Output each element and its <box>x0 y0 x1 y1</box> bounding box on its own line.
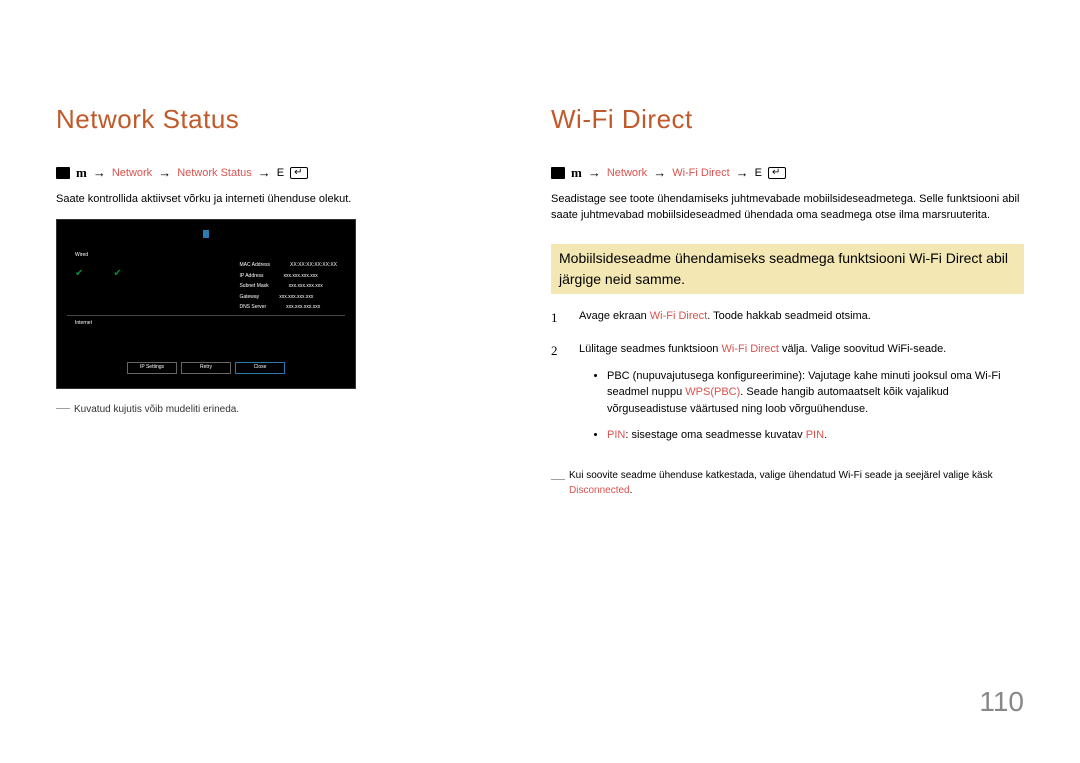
wired-label: Wired <box>75 252 88 260</box>
highlight-box: Mobiilsideseadme ühendamiseks seadmega f… <box>551 244 1024 294</box>
step-number: 1 <box>551 308 565 328</box>
nav-wifi-direct: Wi-Fi Direct <box>672 165 729 182</box>
enter-icon <box>290 167 308 179</box>
red-text: PIN <box>806 429 824 441</box>
red-text: WPS(PBC) <box>685 386 740 398</box>
step-number: 2 <box>551 341 565 454</box>
close-button: Close <box>235 362 285 374</box>
page-number: 110 <box>979 681 1024 723</box>
heading-wifi-direct: Wi-Fi Direct <box>551 100 1024 139</box>
right-paragraph-1: Seadistage see toote ühendamiseks juhtme… <box>551 191 1024 224</box>
step-body: Lülitage seadmes funktsioon Wi-Fi Direct… <box>579 341 1024 454</box>
list-item: DNS Serverxxx.xxx.xxx.xxx <box>239 304 337 312</box>
network-status-screenshot: Wired ✔ ✔ MAC AddressXX:XX:XX:XX:XX:XX I… <box>56 219 356 389</box>
menu-icon <box>56 167 70 179</box>
two-column-layout: Network Status m → Network → Network Sta… <box>56 100 1024 498</box>
bullet-pin: PIN: sisestage oma seadmesse kuvatav PIN… <box>607 427 1024 444</box>
menu-icon <box>551 167 565 179</box>
m-symbol: m <box>571 163 582 183</box>
bullet-pbc: PBC (nupuvajutusega konfigureerimine): V… <box>607 368 1024 418</box>
arrow-icon: → <box>258 163 271 183</box>
breadcrumb-right: m → Network → Wi-Fi Direct → E <box>551 163 1024 183</box>
list-item: IP Addressxxx.xxx.xxx.xxx <box>239 273 337 281</box>
right-column: Wi-Fi Direct m → Network → Wi-Fi Direct … <box>551 100 1024 498</box>
bullet-list: PBC (nupuvajutusega konfigureerimine): V… <box>579 368 1024 444</box>
dash-icon: ― <box>551 468 565 498</box>
nav-network: Network <box>607 165 647 182</box>
red-text: Wi-Fi Direct <box>721 343 778 355</box>
nav-network-status: Network Status <box>177 165 252 182</box>
left-column: Network Status m → Network → Network Sta… <box>56 100 511 498</box>
m-symbol: m <box>76 163 87 183</box>
nav-network: Network <box>112 165 152 182</box>
arrow-icon: → <box>158 163 171 183</box>
red-text: PIN <box>607 429 625 441</box>
page-container: Network Status m → Network → Network Sta… <box>0 0 1080 763</box>
enter-symbol: E <box>277 165 284 182</box>
red-text: Wi-Fi Direct <box>650 310 707 322</box>
screenshot-header-icon <box>203 230 209 238</box>
arrow-icon: → <box>93 163 106 183</box>
network-info-list: MAC AddressXX:XX:XX:XX:XX:XX IP Addressx… <box>239 262 337 312</box>
retry-button: Retry <box>181 362 231 374</box>
divider <box>67 315 345 316</box>
arrow-icon: → <box>736 163 749 183</box>
check-icon: ✔ <box>75 266 83 281</box>
enter-symbol: E <box>755 165 762 182</box>
arrow-icon: → <box>653 163 666 183</box>
enter-icon <box>768 167 786 179</box>
step-2: 2 Lülitage seadmes funktsioon Wi-Fi Dire… <box>551 341 1024 454</box>
step-body: Avage ekraan Wi-Fi Direct. Toode hakkab … <box>579 308 1024 328</box>
footnote: ― Kui soovite seadme ühenduse katkestada… <box>551 468 1024 498</box>
list-item: Gatewayxxx.xxx.xxx.xxx <box>239 294 337 302</box>
red-text: Disconnected <box>569 485 630 496</box>
steps-list: 1 Avage ekraan Wi-Fi Direct. Toode hakka… <box>551 308 1024 454</box>
ip-settings-button: IP Settings <box>127 362 177 374</box>
screenshot-caption: ―Kuvatud kujutis võib mudeliti erineda. <box>56 397 511 418</box>
heading-network-status: Network Status <box>56 100 511 139</box>
step-1: 1 Avage ekraan Wi-Fi Direct. Toode hakka… <box>551 308 1024 328</box>
breadcrumb-left: m → Network → Network Status → E <box>56 163 511 183</box>
arrow-icon: → <box>588 163 601 183</box>
check-icon: ✔ <box>113 266 121 281</box>
dash-icon: ― <box>56 399 70 415</box>
left-description: Saate kontrollida aktiivset võrku ja int… <box>56 191 511 208</box>
list-item: Subnet Maskxxx.xxx.xxx.xxx <box>239 283 337 291</box>
screenshot-buttons: IP Settings Retry Close <box>127 362 285 374</box>
list-item: MAC AddressXX:XX:XX:XX:XX:XX <box>239 262 337 270</box>
internet-label: Internet <box>75 320 92 328</box>
